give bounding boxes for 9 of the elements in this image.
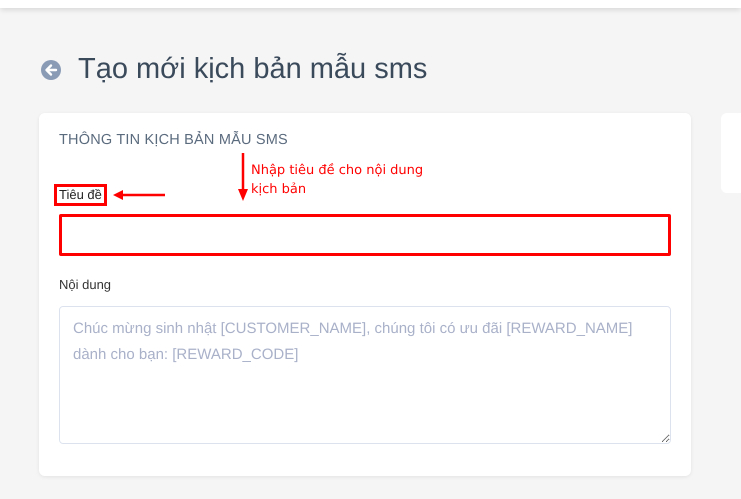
left-arrow-icon (112, 190, 165, 200)
card-heading: THÔNG TIN KỊCH BẢN MẪU SMS (59, 130, 289, 150)
content-textarea[interactable]: Chúc mừng sinh nhật [CUSTOMER_NAME], chúng tôi có ưu đãi [REWARD_NAME] dành cho bạn: [REWARD_CODE] (59, 306, 671, 444)
page-title: Tạo mới kịch bản mẫu sms (78, 52, 428, 88)
annotation-text: Nhập tiêu đề cho nội dung kịch bản (251, 162, 424, 199)
down-arrow-icon (238, 153, 248, 201)
field-label: Nội dung (59, 276, 112, 294)
title-input[interactable] (59, 214, 671, 256)
field-label: Tiêu đề (54, 184, 107, 206)
